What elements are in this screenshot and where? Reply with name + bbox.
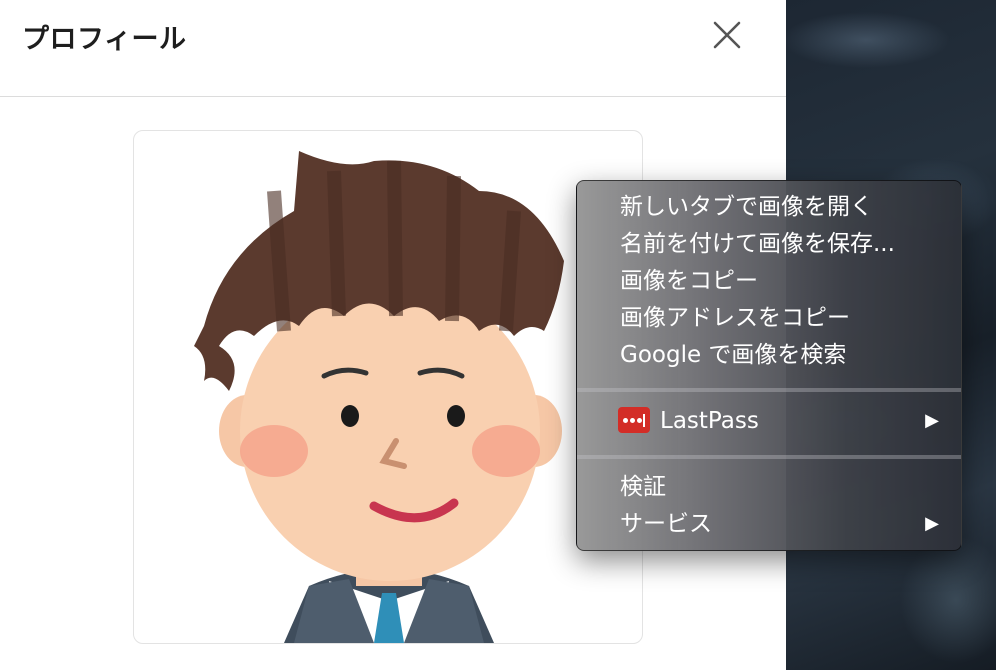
modal-title: プロフィール bbox=[22, 24, 187, 55]
close-button[interactable] bbox=[706, 16, 746, 56]
menu-item-services[interactable]: サービス ▶ bbox=[620, 507, 961, 541]
context-menu: 新しいタブで画像を開く 名前を付けて画像を保存... 画像をコピー 画像アドレス… bbox=[576, 180, 962, 551]
menu-item-lastpass-label: LastPass bbox=[660, 408, 759, 434]
menu-separator bbox=[577, 455, 961, 459]
menu-item-copy-image-address[interactable]: 画像アドレスをコピー bbox=[620, 301, 850, 335]
avatar-image[interactable] bbox=[133, 130, 643, 644]
menu-item-lastpass[interactable]: LastPass ▶ bbox=[618, 404, 961, 438]
menu-item-save-image-as[interactable]: 名前を付けて画像を保存... bbox=[620, 227, 895, 261]
submenu-arrow-icon: ▶ bbox=[925, 513, 939, 534]
menu-item-inspect[interactable]: 検証 bbox=[620, 470, 666, 504]
menu-item-copy-image[interactable]: 画像をコピー bbox=[620, 264, 758, 298]
lastpass-icon bbox=[618, 406, 650, 433]
menu-item-open-image-new-tab[interactable]: 新しいタブで画像を開く bbox=[620, 190, 873, 224]
menu-separator bbox=[577, 388, 961, 392]
illustrated-man-avatar bbox=[194, 151, 564, 643]
submenu-arrow-icon: ▶ bbox=[925, 410, 939, 431]
menu-item-services-label: サービス bbox=[620, 511, 712, 537]
menu-item-search-google-image[interactable]: Google で画像を検索 bbox=[620, 338, 846, 372]
close-icon bbox=[713, 21, 741, 49]
modal-header: プロフィール bbox=[0, 0, 786, 97]
